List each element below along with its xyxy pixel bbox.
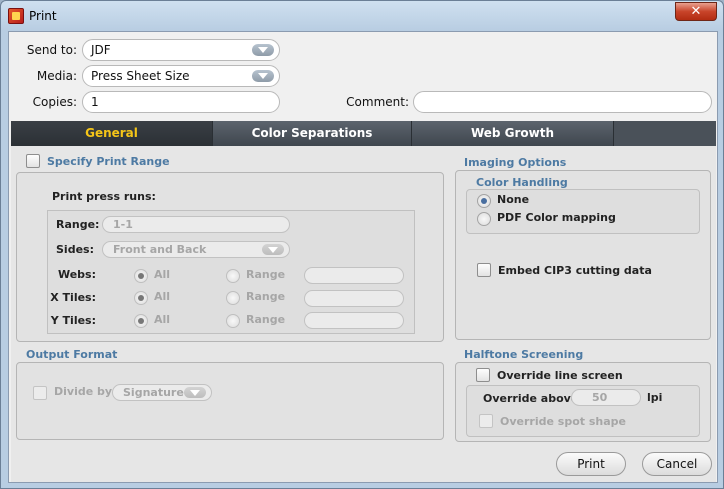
print-range-title: Specify Print Range <box>47 155 170 168</box>
xtiles-range-label: Range <box>246 290 286 303</box>
override-line-screen-checkbox[interactable] <box>476 368 490 382</box>
override-line-screen-label: Override line screen <box>497 369 623 382</box>
pdf-color-mapping-radio[interactable] <box>477 212 491 226</box>
comment-label: Comment: <box>346 95 409 109</box>
color-handling-title: Color Handling <box>476 176 568 189</box>
send-to-label: Send to: <box>26 43 77 57</box>
override-spot-shape-checkbox[interactable] <box>479 414 493 428</box>
media-value: Press Sheet Size <box>91 69 190 83</box>
webs-range-input[interactable] <box>304 267 404 284</box>
xtiles-range-radio[interactable] <box>226 291 240 305</box>
webs-all-radio[interactable] <box>134 269 148 283</box>
ytiles-label: Y Tiles: <box>50 314 96 327</box>
print-range-group: Print press runs: Range: 1-1 Sides: Fron… <box>16 172 444 342</box>
print-press-runs-label: Print press runs: <box>52 190 156 203</box>
imaging-options-group: Color Handling None PDF Color mapping Em… <box>455 170 711 340</box>
cancel-button[interactable]: Cancel <box>642 452 712 476</box>
specify-print-range-checkbox[interactable] <box>26 154 40 168</box>
pdf-color-mapping-label: PDF Color mapping <box>497 211 616 224</box>
xtiles-all-label: All <box>154 290 171 303</box>
chevron-down-icon <box>184 387 206 398</box>
sides-label: Sides: <box>56 243 94 256</box>
print-button[interactable]: Print <box>556 452 626 476</box>
ytiles-all-radio[interactable] <box>134 314 148 328</box>
tab-color-separations[interactable]: Color Separations <box>213 121 412 146</box>
chevron-down-icon <box>262 244 284 255</box>
title-bar[interactable]: Print ✕ <box>1 1 723 31</box>
halftone-title: Halftone Screening <box>464 348 584 361</box>
send-to-dropdown[interactable]: JDF <box>82 39 280 61</box>
override-above-label: Override above: <box>483 392 583 405</box>
chevron-down-icon <box>252 44 274 56</box>
print-dialog: Print ✕ Send to: JDF Media: Press Sheet … <box>0 0 724 489</box>
copies-label: Copies: <box>32 95 77 109</box>
send-to-value: JDF <box>91 43 111 57</box>
sides-value: Front and Back <box>113 243 207 256</box>
dialog-body: Send to: JDF Media: Press Sheet Size Cop… <box>8 31 718 483</box>
embed-cip3-checkbox[interactable] <box>477 263 491 277</box>
webs-range-radio[interactable] <box>226 269 240 283</box>
media-dropdown[interactable]: Press Sheet Size <box>82 65 280 87</box>
copies-input[interactable]: 1 <box>82 91 280 113</box>
webs-label: Webs: <box>57 268 96 281</box>
divide-by-value: Signature <box>123 386 184 399</box>
webs-all-label: All <box>154 268 171 281</box>
ytiles-all-label: All <box>154 313 171 326</box>
override-box: Override above: 50 lpi Override spot sha… <box>466 385 700 437</box>
range-label: Range: <box>56 218 100 231</box>
divide-by-checkbox[interactable] <box>33 386 47 400</box>
output-format-title: Output Format <box>26 348 118 361</box>
media-label: Media: <box>36 69 77 83</box>
chevron-down-icon <box>252 70 274 82</box>
embed-cip3-label: Embed CIP3 cutting data <box>498 264 652 277</box>
sides-dropdown[interactable]: Front and Back <box>102 241 290 258</box>
tab-web-growth[interactable]: Web Growth <box>412 121 614 146</box>
halftone-group: Override line screen Override above: 50 … <box>455 362 711 442</box>
general-panel: Specify Print Range Print press runs: Ra… <box>11 146 716 482</box>
xtiles-range-input[interactable] <box>304 290 404 307</box>
divide-by-dropdown[interactable]: Signature <box>112 384 212 401</box>
app-icon <box>8 8 24 24</box>
tab-general[interactable]: General <box>11 121 213 146</box>
override-spot-shape-label: Override spot shape <box>500 415 626 428</box>
ytiles-range-radio[interactable] <box>226 314 240 328</box>
ytiles-range-input[interactable] <box>304 312 404 329</box>
comment-input[interactable] <box>413 91 712 113</box>
divide-by-label: Divide by <box>54 385 113 398</box>
none-radio[interactable] <box>477 194 491 208</box>
range-input[interactable]: 1-1 <box>102 216 290 233</box>
color-handling-box: None PDF Color mapping <box>466 189 700 234</box>
window-title: Print <box>29 9 57 23</box>
xtiles-label: X Tiles: <box>50 291 96 304</box>
override-above-input[interactable]: 50 <box>571 389 641 406</box>
press-runs-box: Range: 1-1 Sides: Front and Back Webs: A… <box>47 210 415 334</box>
imaging-options-title: Imaging Options <box>464 156 567 169</box>
output-format-group: Divide by Signature <box>16 362 444 440</box>
none-label: None <box>497 193 530 206</box>
close-button[interactable]: ✕ <box>675 2 717 21</box>
webs-range-label: Range <box>246 268 286 281</box>
tab-bar: General Color Separations Web Growth <box>11 121 716 146</box>
lpi-unit: lpi <box>647 391 663 404</box>
xtiles-all-radio[interactable] <box>134 291 148 305</box>
ytiles-range-label: Range <box>246 313 286 326</box>
